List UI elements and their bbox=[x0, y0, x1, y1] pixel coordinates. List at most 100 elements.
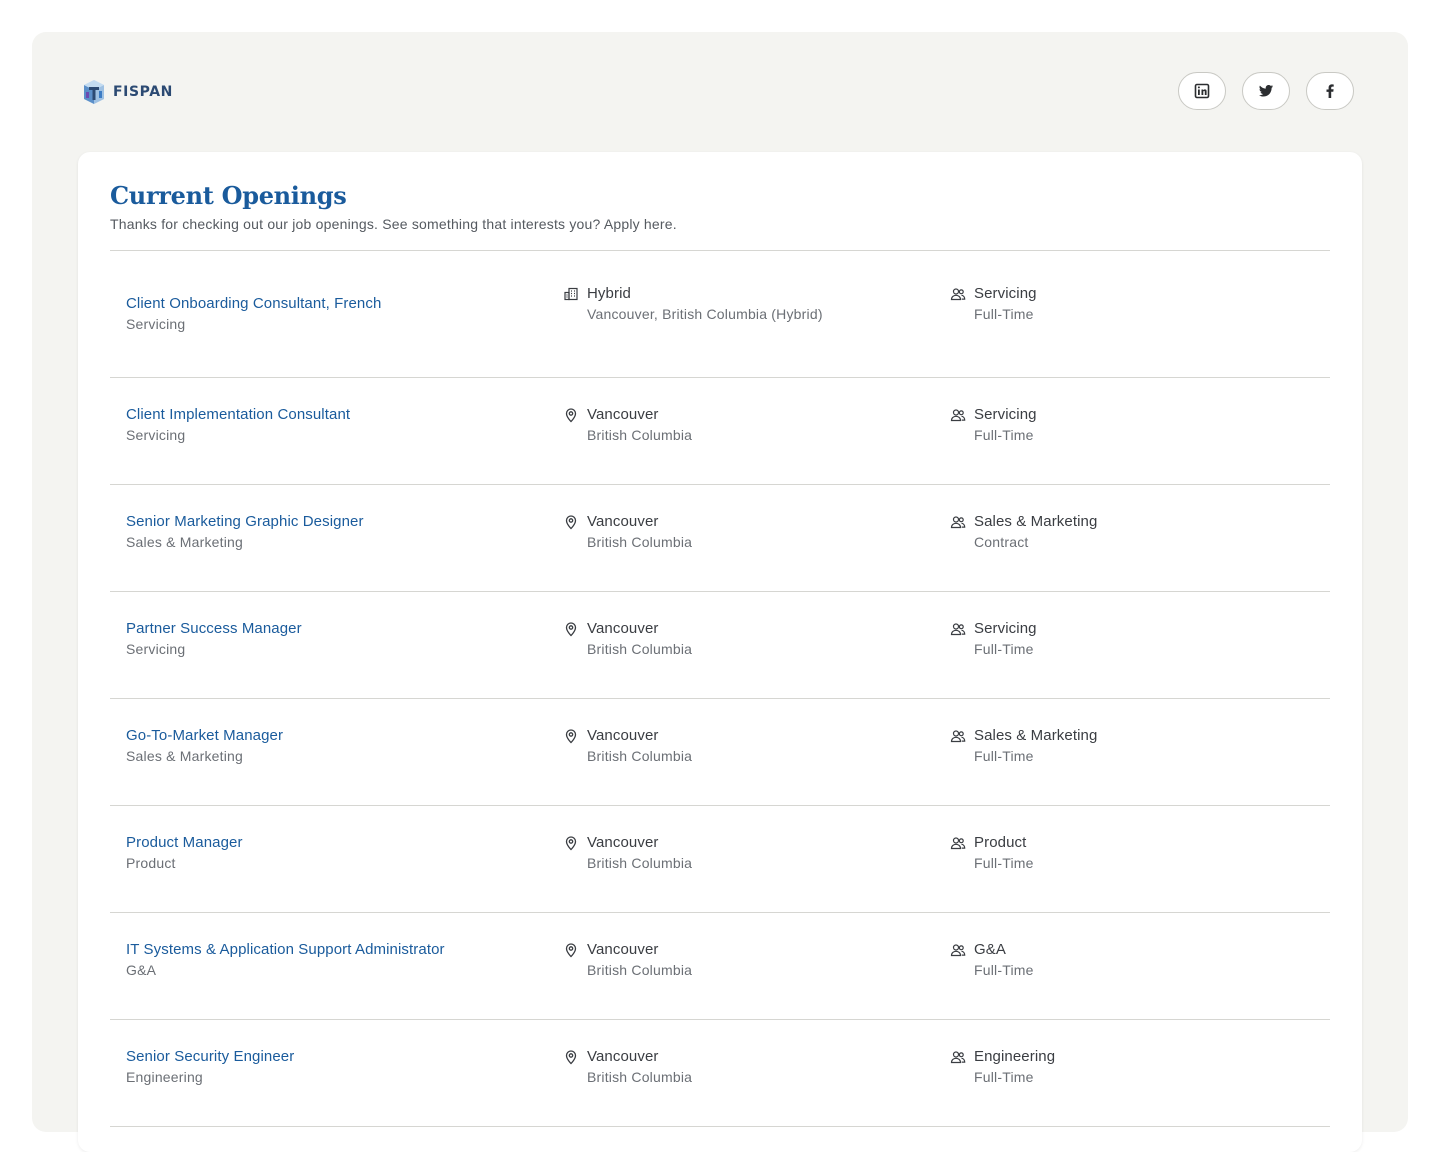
job-team: G&A bbox=[126, 962, 157, 978]
job-row[interactable]: IT Systems & Application Support Adminis… bbox=[110, 913, 1330, 1020]
job-row[interactable]: Product Manager Product Vancouver Britis… bbox=[110, 806, 1330, 913]
job-location-primary: Vancouver bbox=[587, 1048, 659, 1065]
job-department: Sales & Marketing bbox=[974, 513, 1098, 530]
job-row[interactable]: Go-To-Market Manager Sales & Marketing V… bbox=[110, 699, 1330, 806]
social-links bbox=[1178, 72, 1354, 110]
job-title-link[interactable]: Client Implementation Consultant bbox=[126, 404, 350, 425]
people-icon bbox=[950, 942, 966, 958]
job-row[interactable]: Client Implementation Consultant Servici… bbox=[110, 378, 1330, 485]
people-icon bbox=[950, 407, 966, 423]
fispan-logo[interactable]: FISPAN bbox=[80, 77, 173, 107]
job-department-column: Sales & Marketing Contract bbox=[950, 511, 1234, 552]
job-title-column: Partner Success Manager Servicing bbox=[126, 618, 302, 659]
job-list: Client Onboarding Consultant, French Ser… bbox=[110, 250, 1330, 1127]
facebook-button[interactable] bbox=[1306, 72, 1354, 110]
job-department-column: Engineering Full-Time bbox=[950, 1046, 1234, 1087]
job-row[interactable]: Senior Security Engineer Engineering Van… bbox=[110, 1020, 1330, 1127]
job-location-secondary: British Columbia bbox=[587, 962, 693, 978]
job-title-link[interactable]: IT Systems & Application Support Adminis… bbox=[126, 939, 445, 960]
job-title-column: IT Systems & Application Support Adminis… bbox=[126, 939, 445, 980]
job-location-column: Vancouver British Columbia bbox=[563, 725, 847, 766]
job-location-primary: Vancouver bbox=[587, 941, 659, 958]
people-icon bbox=[950, 621, 966, 637]
job-location-column: Vancouver British Columbia bbox=[563, 1046, 847, 1087]
job-title-link[interactable]: Product Manager bbox=[126, 832, 243, 853]
job-department: Servicing bbox=[974, 406, 1037, 423]
linkedin-button[interactable] bbox=[1178, 72, 1226, 110]
location-pin-icon bbox=[563, 407, 579, 423]
job-department-column: G&A Full-Time bbox=[950, 939, 1234, 980]
job-department: Engineering bbox=[974, 1048, 1056, 1065]
job-department: Sales & Marketing bbox=[974, 727, 1098, 744]
twitter-icon bbox=[1259, 85, 1273, 97]
job-location-column: Vancouver British Columbia bbox=[563, 939, 847, 980]
location-pin-icon bbox=[563, 728, 579, 744]
job-location-secondary: British Columbia bbox=[587, 855, 693, 871]
job-team: Servicing bbox=[126, 427, 186, 443]
job-team: Sales & Marketing bbox=[126, 534, 244, 550]
location-pin-icon bbox=[563, 621, 579, 637]
job-employment-type: Full-Time bbox=[974, 306, 1034, 322]
job-team: Servicing bbox=[126, 316, 186, 332]
job-location-secondary: British Columbia bbox=[587, 427, 693, 443]
job-department: G&A bbox=[974, 941, 1006, 958]
job-title-link[interactable]: Senior Security Engineer bbox=[126, 1046, 294, 1067]
job-title-link[interactable]: Client Onboarding Consultant, French bbox=[126, 293, 381, 314]
job-department: Product bbox=[974, 834, 1027, 851]
job-employment-type: Full-Time bbox=[974, 855, 1034, 871]
job-department-column: Sales & Marketing Full-Time bbox=[950, 725, 1234, 766]
job-employment-type: Full-Time bbox=[974, 641, 1034, 657]
job-team: Servicing bbox=[126, 641, 186, 657]
job-title-column: Go-To-Market Manager Sales & Marketing bbox=[126, 725, 283, 766]
linkedin-icon bbox=[1194, 83, 1210, 99]
logo-text: FISPAN bbox=[113, 84, 173, 100]
job-title-link[interactable]: Senior Marketing Graphic Designer bbox=[126, 511, 364, 532]
job-employment-type: Full-Time bbox=[974, 1069, 1034, 1085]
job-employment-type: Full-Time bbox=[974, 427, 1034, 443]
job-title-column: Client Implementation Consultant Servici… bbox=[126, 404, 350, 445]
job-location-secondary: British Columbia bbox=[587, 534, 693, 550]
job-location-primary: Vancouver bbox=[587, 834, 659, 851]
job-title-column: Product Manager Product bbox=[126, 832, 243, 873]
job-row[interactable]: Senior Marketing Graphic Designer Sales … bbox=[110, 485, 1330, 592]
facebook-icon bbox=[1326, 84, 1334, 98]
page-subtitle: Thanks for checking out our job openings… bbox=[110, 216, 677, 232]
job-title-link[interactable]: Go-To-Market Manager bbox=[126, 725, 283, 746]
job-location-primary: Vancouver bbox=[587, 513, 659, 530]
people-icon bbox=[950, 835, 966, 851]
people-icon bbox=[950, 1049, 966, 1065]
people-icon bbox=[950, 728, 966, 744]
people-icon bbox=[950, 286, 966, 302]
job-location-secondary: British Columbia bbox=[587, 1069, 693, 1085]
job-location-column: Vancouver British Columbia bbox=[563, 618, 847, 659]
location-pin-icon bbox=[563, 514, 579, 530]
job-department-column: Product Full-Time bbox=[950, 832, 1234, 873]
job-team: Product bbox=[126, 855, 176, 871]
job-row[interactable]: Client Onboarding Consultant, French Ser… bbox=[110, 251, 1330, 378]
location-pin-icon bbox=[563, 942, 579, 958]
job-location-column: Vancouver British Columbia bbox=[563, 511, 847, 552]
job-department-column: Servicing Full-Time bbox=[950, 618, 1234, 659]
job-team: Sales & Marketing bbox=[126, 748, 244, 764]
people-icon bbox=[950, 514, 966, 530]
job-location-primary: Vancouver bbox=[587, 727, 659, 744]
job-employment-type: Full-Time bbox=[974, 748, 1034, 764]
job-location-column: Vancouver British Columbia bbox=[563, 832, 847, 873]
fispan-logo-icon bbox=[84, 80, 104, 104]
job-row[interactable]: Partner Success Manager Servicing Vancou… bbox=[110, 592, 1330, 699]
job-location-column: Vancouver British Columbia bbox=[563, 404, 847, 445]
twitter-button[interactable] bbox=[1242, 72, 1290, 110]
job-department-column: Servicing Full-Time bbox=[950, 283, 1234, 324]
site-header: FISPAN bbox=[80, 72, 1354, 112]
openings-card: Current Openings Thanks for checking out… bbox=[78, 152, 1362, 1152]
page-title: Current Openings bbox=[110, 181, 347, 210]
job-employment-type: Full-Time bbox=[974, 962, 1034, 978]
page-container: FISPAN Current Openings Thanks for check… bbox=[32, 32, 1408, 1152]
job-department: Servicing bbox=[974, 620, 1037, 637]
location-pin-icon bbox=[563, 835, 579, 851]
job-location-secondary: British Columbia bbox=[587, 641, 693, 657]
job-location-primary: Vancouver bbox=[587, 406, 659, 423]
job-title-link[interactable]: Partner Success Manager bbox=[126, 618, 302, 639]
job-location-primary: Vancouver bbox=[587, 620, 659, 637]
job-department: Servicing bbox=[974, 285, 1037, 302]
